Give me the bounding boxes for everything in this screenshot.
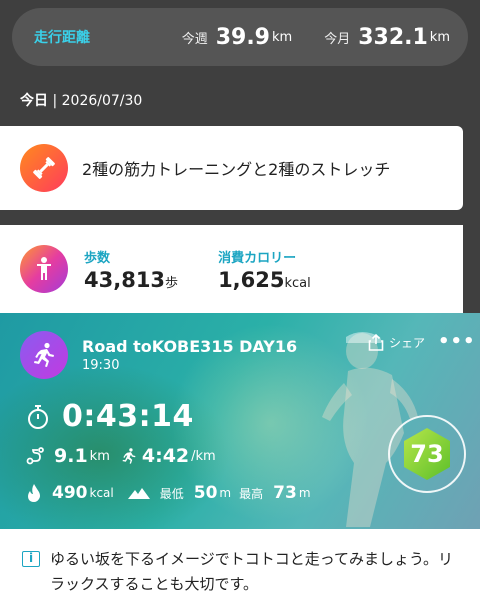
more-options-icon[interactable]: ••• — [438, 331, 476, 352]
training-text: 2種の筋力トレーニングと2種のストレッチ — [82, 160, 391, 179]
steps-stat: 歩数 43,813歩 — [84, 247, 178, 292]
pace-unit: /km — [191, 448, 216, 464]
max-elevation-value: 73 — [273, 483, 297, 503]
share-icon — [368, 333, 384, 351]
calories-stat: 消費カロリー 1,625kcal — [218, 247, 311, 292]
distance-label: 走行距離 — [34, 30, 90, 46]
distance-summary-bar[interactable]: 走行距離 今週 39.9 km 今月 332.1 km — [12, 8, 468, 66]
score-value: 73 — [410, 440, 444, 468]
calorie-elevation-row: 490 kcal 最低 50 m 最高 73 m — [26, 483, 311, 503]
info-icon: i — [22, 551, 40, 567]
dumbbell-icon — [20, 144, 68, 192]
date-header: 今日 | 2026/07/30 — [20, 90, 142, 110]
month-distance: 332.1 — [358, 24, 428, 50]
max-elevation-unit: m — [298, 486, 311, 500]
calories-value: 1,625 — [218, 267, 285, 292]
steps-label: 歩数 — [84, 250, 111, 266]
steps-value: 43,813 — [84, 267, 166, 292]
advice-note: i ゆるい坂を下るイメージでトコトコと走ってみましょう。リラックスすることも大切… — [0, 529, 480, 607]
share-button[interactable]: シェア — [368, 333, 425, 351]
min-elevation-value: 50 — [193, 483, 218, 503]
score-badge[interactable]: 73 — [388, 415, 466, 493]
person-icon — [20, 245, 68, 293]
week-distance: 39.9 — [215, 24, 270, 50]
runner-icon — [20, 331, 68, 379]
distance-value: 9.1 — [54, 445, 88, 467]
steps-unit: 歩 — [165, 275, 179, 291]
distance-unit: km — [89, 448, 110, 464]
date-separator: | — [52, 93, 58, 109]
training-card[interactable]: 2種の筋力トレーニングと2種のストレッチ — [0, 126, 463, 210]
calories-label: 消費カロリー — [218, 250, 297, 266]
share-label: シェア — [389, 335, 426, 350]
date-text: 2026/07/30 — [61, 93, 143, 109]
mountain-icon — [127, 488, 150, 499]
pace-runner-icon — [122, 448, 136, 464]
pace-value: 4:42 — [141, 445, 190, 467]
min-elevation-label: 最低 — [159, 486, 184, 501]
activity-calories-unit: kcal — [89, 486, 114, 500]
week-label: 今週 — [181, 31, 208, 47]
daily-stats-card[interactable]: 歩数 43,813歩 消費カロリー 1,625kcal — [0, 225, 463, 313]
activity-card[interactable]: Road toKOBE315 DAY16 19:30 シェア ••• 0:43:… — [0, 313, 480, 529]
month-unit: km — [429, 29, 450, 45]
calories-unit: kcal — [284, 275, 311, 291]
activity-time: 19:30 — [82, 358, 120, 373]
stopwatch-icon — [28, 404, 48, 429]
month-label: 今月 — [324, 31, 351, 47]
today-label: 今日 — [20, 93, 48, 109]
duration-value: 0:43:14 — [62, 399, 194, 434]
distance-pace-row: 9.1 km 4:42 /km — [26, 445, 216, 467]
advice-text: ゆるい坂を下るイメージでトコトコと走ってみましょう。リラックスすることも大切です… — [50, 550, 454, 593]
duration-row: 0:43:14 — [26, 399, 194, 434]
activity-header: Road toKOBE315 DAY16 19:30 — [20, 331, 297, 379]
min-elevation-unit: m — [219, 486, 232, 500]
max-elevation-label: 最高 — [239, 486, 264, 501]
route-icon — [26, 447, 44, 465]
activity-calories-value: 490 — [52, 483, 88, 503]
week-unit: km — [271, 29, 293, 45]
flame-icon — [28, 484, 40, 502]
activity-title: Road toKOBE315 DAY16 — [82, 337, 298, 356]
